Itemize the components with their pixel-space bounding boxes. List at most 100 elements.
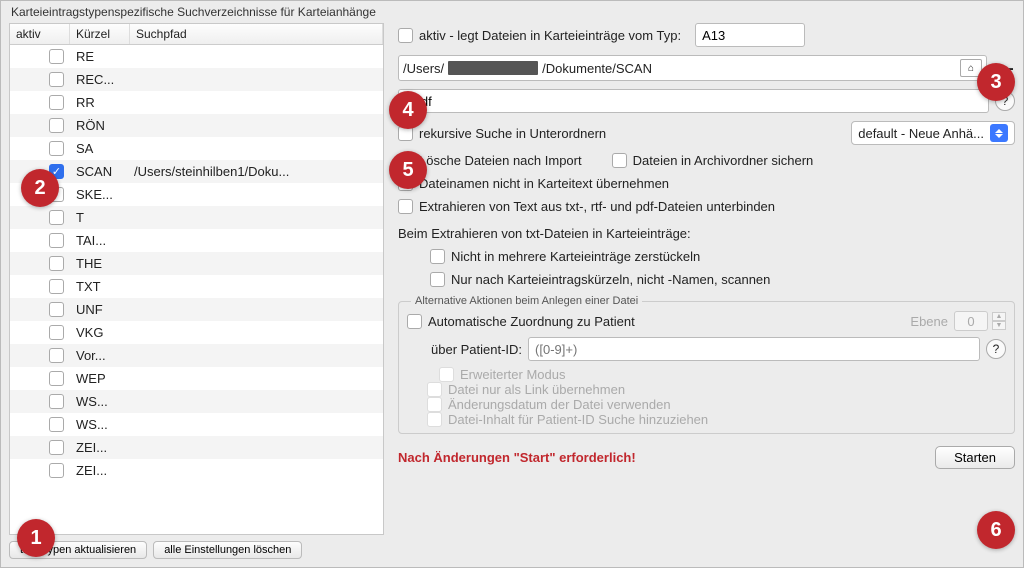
no-filename-label: Dateinamen nicht in Karteitext übernehme… [419, 176, 669, 191]
path-redacted [448, 61, 538, 75]
aktiv-checkbox[interactable] [398, 28, 413, 43]
row-kurz: SA [70, 141, 130, 156]
table-row[interactable]: T [10, 206, 383, 229]
help-icon[interactable]: ? [986, 339, 1006, 359]
table-row[interactable]: THE [10, 252, 383, 275]
row-kurz: SKE... [70, 187, 130, 202]
row-kurz: RÖN [70, 118, 130, 133]
use-content-label: Datei-Inhalt für Patient-ID Suche hinzuz… [448, 412, 708, 427]
table-row[interactable]: UNF [10, 298, 383, 321]
footer-row: Nach Änderungen "Start" erforderlich! St… [398, 446, 1015, 469]
row-kurz: WS... [70, 417, 130, 432]
col-path[interactable]: Suchpfad [130, 24, 383, 44]
table-row[interactable]: ZEI... [10, 436, 383, 459]
type-table: aktiv Kürzel Suchpfad RE REC... RR RÖN SA ✓SC… [9, 23, 384, 535]
settings-window: Karteieintragstypenspezifische Suchverze… [0, 0, 1024, 568]
window-title: Karteieintragstypenspezifische Suchverze… [1, 1, 1023, 23]
row-checkbox[interactable] [49, 325, 64, 340]
table-row[interactable]: SKE... [10, 183, 383, 206]
pattern-row: ? [398, 89, 1015, 113]
row-checkbox[interactable] [49, 348, 64, 363]
path-input[interactable]: /Users/ /Dokumente/SCAN ⌂ [398, 55, 987, 81]
table-row[interactable]: RR [10, 91, 383, 114]
only-kurz-label: Nur nach Karteieintragskürzeln, nicht -N… [451, 272, 770, 287]
alt-actions-panel: Alternative Aktionen beim Anlegen einer … [398, 301, 1015, 434]
table-row[interactable]: RÖN [10, 114, 383, 137]
table-row[interactable]: RE [10, 45, 383, 68]
archive-label: Dateien in Archivordner sichern [633, 153, 814, 168]
row-checkbox[interactable] [49, 118, 64, 133]
use-content-row: Datei-Inhalt für Patient-ID Suche hinzuz… [427, 412, 1006, 427]
row-checkbox[interactable] [49, 394, 64, 409]
table-row[interactable]: TXT [10, 275, 383, 298]
row-kurz: THE [70, 256, 130, 271]
path-row: /Users/ /Dokumente/SCAN ⌂ — [398, 55, 1015, 81]
table-header: aktiv Kürzel Suchpfad [10, 24, 383, 45]
row-kurz: WS... [70, 394, 130, 409]
row-checkbox[interactable] [49, 463, 64, 478]
row-checkbox[interactable] [49, 256, 64, 271]
row-checkbox[interactable] [49, 417, 64, 432]
table-body: RE REC... RR RÖN SA ✓SCAN/Users/steinhilben1/… [10, 45, 383, 482]
col-aktiv[interactable]: aktiv [10, 24, 70, 44]
clear-settings-button[interactable]: alle Einstellungen löschen [153, 541, 302, 559]
table-row[interactable]: WEP [10, 367, 383, 390]
no-extract-label: Extrahieren von Text aus txt-, rtf- und … [419, 199, 775, 214]
mode-select[interactable]: default - Neue Anhä... [851, 121, 1015, 145]
row-checkbox[interactable] [49, 233, 64, 248]
no-split-checkbox[interactable] [430, 249, 445, 264]
delete-archive-row: ✓ Lösche Dateien nach Import Dateien in … [398, 153, 1015, 168]
start-button[interactable]: Starten [935, 446, 1015, 469]
row-kurz: WEP [70, 371, 130, 386]
row-kurz: ZEI... [70, 440, 130, 455]
no-split-row: Nicht in mehrere Karteieinträge zerstück… [430, 249, 1015, 264]
table-row[interactable]: ✓SCAN/Users/steinhilben1/Doku... [10, 160, 383, 183]
row-checkbox[interactable] [49, 49, 64, 64]
table-row[interactable]: TAI... [10, 229, 383, 252]
row-checkbox[interactable] [49, 371, 64, 386]
row-kurz: UNF [70, 302, 130, 317]
recursive-label: rekursive Suche in Unterordnern [419, 126, 606, 141]
ebene-stepper[interactable]: 0 ▲▼ [954, 311, 1006, 331]
row-checkbox[interactable] [49, 141, 64, 156]
pattern-input[interactable] [398, 89, 989, 113]
row-kurz: T [70, 210, 130, 225]
row-checkbox[interactable] [49, 279, 64, 294]
type-input[interactable] [695, 23, 805, 47]
aktiv-row: aktiv - legt Dateien in Karteieinträge v… [398, 23, 1015, 47]
table-row[interactable]: SA [10, 137, 383, 160]
ext-mode-row: Erweiterter Modus [439, 367, 1006, 382]
col-kurz[interactable]: Kürzel [70, 24, 130, 44]
use-content-checkbox [427, 412, 442, 427]
archive-checkbox[interactable] [612, 153, 627, 168]
row-checkbox[interactable] [49, 95, 64, 110]
row-checkbox[interactable] [49, 72, 64, 87]
left-buttons: tragstypen aktualisieren alle Einstellun… [9, 541, 384, 559]
table-row[interactable]: REC... [10, 68, 383, 91]
auto-assign-checkbox[interactable] [407, 314, 422, 329]
callout-badge-2: 2 [21, 169, 59, 207]
no-filename-row: Dateinamen nicht in Karteitext übernehme… [398, 176, 1015, 191]
no-split-label: Nicht in mehrere Karteieinträge zerstück… [451, 249, 700, 264]
row-kurz: Vor... [70, 348, 130, 363]
row-kurz: REC... [70, 72, 130, 87]
table-row[interactable]: Vor... [10, 344, 383, 367]
table-row[interactable]: ZEI... [10, 459, 383, 482]
no-extract-checkbox[interactable] [398, 199, 413, 214]
row-checkbox[interactable] [49, 302, 64, 317]
only-kurz-checkbox[interactable] [430, 272, 445, 287]
use-date-row: Änderungsdatum der Datei verwenden [427, 397, 1006, 412]
callout-badge-4: 4 [389, 91, 427, 129]
table-row[interactable]: WS... [10, 390, 383, 413]
row-checkbox[interactable] [49, 440, 64, 455]
table-row[interactable]: WS... [10, 413, 383, 436]
path-prefix: /Users/ [403, 61, 444, 76]
row-checkbox[interactable] [49, 210, 64, 225]
table-row[interactable]: VKG [10, 321, 383, 344]
callout-badge-1: 1 [17, 519, 55, 557]
auto-assign-row: Automatische Zuordnung zu Patient Ebene … [407, 311, 1006, 331]
left-pane: aktiv Kürzel Suchpfad RE REC... RR RÖN SA ✓SC… [9, 23, 384, 559]
patient-id-input[interactable] [528, 337, 980, 361]
row-path: /Users/steinhilben1/Doku... [130, 164, 383, 179]
patient-id-label: über Patient-ID: [431, 342, 522, 357]
